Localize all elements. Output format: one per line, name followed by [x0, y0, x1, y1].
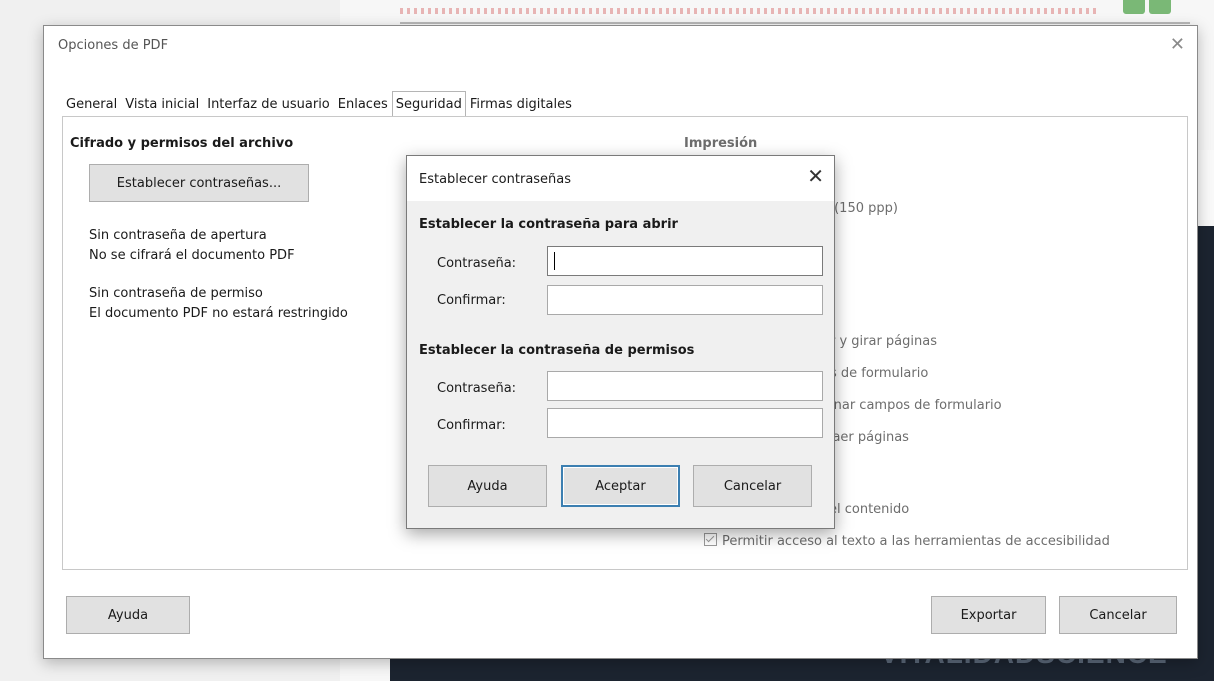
permissions-password-label: Contraseña: [437, 381, 517, 396]
open-password-label: Contraseña: [437, 256, 517, 271]
tab-initial-view[interactable]: Vista inicial [121, 93, 203, 116]
background-divider [400, 22, 1190, 24]
close-icon[interactable]: ✕ [1170, 34, 1185, 55]
encryption-heading: Cifrado y permisos del archivo [70, 136, 294, 151]
open-password-status: Sin contraseña de apertura No se cifrará… [89, 228, 295, 263]
tab-user-interface[interactable]: Interfaz de usuario [203, 93, 334, 116]
permissions-confirm-label: Confirmar: [437, 418, 506, 433]
printing-heading: Impresión [684, 136, 758, 151]
text-caret [554, 252, 555, 270]
open-confirm-label: Confirmar: [437, 293, 506, 308]
export-button[interactable]: Exportar [931, 596, 1046, 634]
accessibility-checkbox-row[interactable]: Permitir acceso al texto a las herramien… [704, 533, 1110, 549]
dialog-title: Opciones de PDF [58, 38, 169, 53]
permissions-confirm-input[interactable] [547, 408, 823, 438]
permission-password-status: Sin contraseña de permiso El documento P… [89, 286, 348, 321]
accept-button[interactable]: Aceptar [561, 465, 680, 507]
help-button[interactable]: Ayuda [66, 596, 190, 634]
set-passwords-title: Establecer contraseñas [419, 172, 572, 187]
password-help-button[interactable]: Ayuda [428, 465, 547, 507]
tab-security[interactable]: Seguridad [391, 91, 466, 117]
open-password-heading: Establecer la contraseña para abrir [419, 217, 678, 232]
open-password-input[interactable] [547, 246, 823, 276]
permissions-password-heading: Establecer la contraseña de permisos [419, 343, 695, 358]
content-option-partial: el contenido [829, 502, 910, 517]
open-confirm-input[interactable] [547, 285, 823, 315]
background-text-line [400, 8, 1100, 14]
tab-general[interactable]: General [62, 93, 121, 116]
tab-links[interactable]: Enlaces [334, 93, 392, 116]
changes-option-partial: traer páginas [822, 430, 909, 445]
set-passwords-dialog: Establecer contraseñas ✕ Establecer la c… [406, 155, 835, 529]
close-icon[interactable]: ✕ [807, 164, 824, 188]
changes-option-partial: ar y girar páginas [822, 334, 937, 349]
set-passwords-button[interactable]: Establecer contraseñas... [89, 164, 309, 202]
permissions-password-input[interactable] [547, 371, 823, 401]
checkbox-icon[interactable] [704, 533, 717, 546]
tab-digital-signatures[interactable]: Firmas digitales [466, 93, 576, 116]
password-cancel-button[interactable]: Cancelar [693, 465, 812, 507]
accessibility-checkbox-label: Permitir acceso al texto a las herramien… [722, 534, 1110, 549]
changes-option-partial: os de formulario [822, 366, 929, 381]
cancel-button[interactable]: Cancelar [1059, 596, 1177, 634]
tab-bar: General Vista inicial Interfaz de usuari… [62, 90, 576, 117]
changes-option-partial: lenar campos de formulario [822, 398, 1002, 413]
background-toolbar-icons [1119, 0, 1174, 14]
